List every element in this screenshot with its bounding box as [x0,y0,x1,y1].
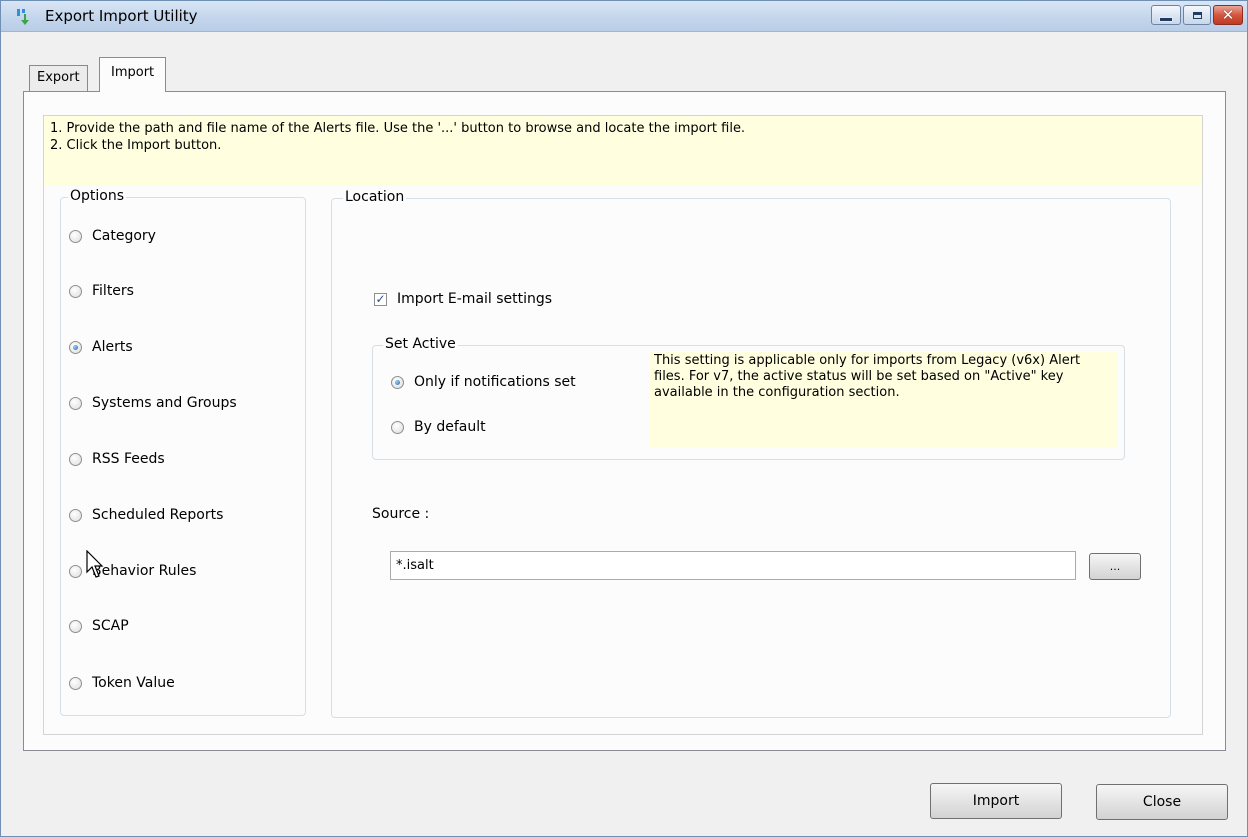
radio-icon[interactable] [69,564,82,578]
location-legend: Location [343,189,407,205]
radio-icon[interactable] [69,508,82,522]
option-by-default[interactable]: By default [391,419,486,435]
set-active-group: Set Active Only if notifications set By … [372,336,1125,460]
radio-icon[interactable] [69,284,82,298]
source-label: Source : [372,506,430,522]
instruction-line-1: 1. Provide the path and file name of the… [50,121,746,136]
option-label: SCAP [92,618,129,634]
option-label: Scheduled Reports [92,507,224,523]
radio-checked-icon[interactable] [391,375,404,389]
location-group: Location ✓ Import E-mail settings Set Ac… [331,189,1171,718]
option-token-value[interactable]: Token Value [69,675,175,691]
option-label: RSS Feeds [92,451,165,467]
close-icon: ✕ [1221,5,1235,24]
instructions-box: 1. Provide the path and file name of the… [44,116,1202,186]
option-label: Systems and Groups [92,395,237,411]
tab-export[interactable]: Export [29,65,88,91]
export-import-window: Export Import Utility ✕ Export Import 1.… [0,0,1248,837]
set-active-option-label: Only if notifications set [414,374,576,390]
import-email-settings[interactable]: ✓ Import E-mail settings [374,291,552,307]
option-label: Filters [92,283,134,299]
minimize-icon [1159,16,1173,22]
radio-icon[interactable] [391,420,404,434]
title-bar[interactable]: Export Import Utility ✕ [1,1,1247,32]
option-alerts[interactable]: Alerts [69,339,133,355]
import-tab-panel: 1. Provide the path and file name of the… [23,91,1226,751]
app-icon [17,9,29,25]
radio-icon[interactable] [69,619,82,633]
option-label: Alerts [92,339,133,355]
option-rss-feeds[interactable]: RSS Feeds [69,451,165,467]
close-button[interactable]: Close [1096,784,1228,820]
maximize-button[interactable] [1183,5,1211,25]
import-button[interactable]: Import [930,783,1062,819]
option-scap[interactable]: SCAP [69,618,129,634]
instruction-line-2: 2. Click the Import button. [50,138,222,153]
radio-icon[interactable] [69,396,82,410]
radio-checked-icon[interactable] [69,340,82,354]
options-group: Options Category Filters Alerts Systems … [60,188,306,716]
option-label: Category [92,228,156,244]
set-active-legend: Set Active [383,336,458,352]
radio-icon[interactable] [69,229,82,243]
option-label: Token Value [92,675,175,691]
source-input[interactable] [390,551,1076,580]
minimize-button[interactable] [1151,5,1181,25]
option-only-if-notifications-set[interactable]: Only if notifications set [391,374,576,390]
tab-import[interactable]: Import [99,57,167,92]
import-email-label: Import E-mail settings [397,291,553,307]
set-active-option-label: By default [414,419,486,435]
option-filters[interactable]: Filters [69,283,134,299]
option-category[interactable]: Category [69,228,156,244]
legacy-import-note: This setting is applicable only for impo… [650,352,1118,448]
option-scheduled-reports[interactable]: Scheduled Reports [69,507,223,523]
maximize-icon [1192,11,1202,19]
radio-icon[interactable] [69,676,82,690]
checkbox-checked-icon[interactable]: ✓ [374,292,387,306]
options-legend: Options [68,188,127,204]
radio-icon[interactable] [69,452,82,466]
close-window-button[interactable]: ✕ [1213,5,1243,25]
browse-button[interactable]: ... [1089,553,1141,580]
option-systems-and-groups[interactable]: Systems and Groups [69,395,237,411]
mouse-pointer-icon [86,550,104,578]
import-content-panel: 1. Provide the path and file name of the… [43,115,1203,735]
window-title: Export Import Utility [45,7,198,25]
